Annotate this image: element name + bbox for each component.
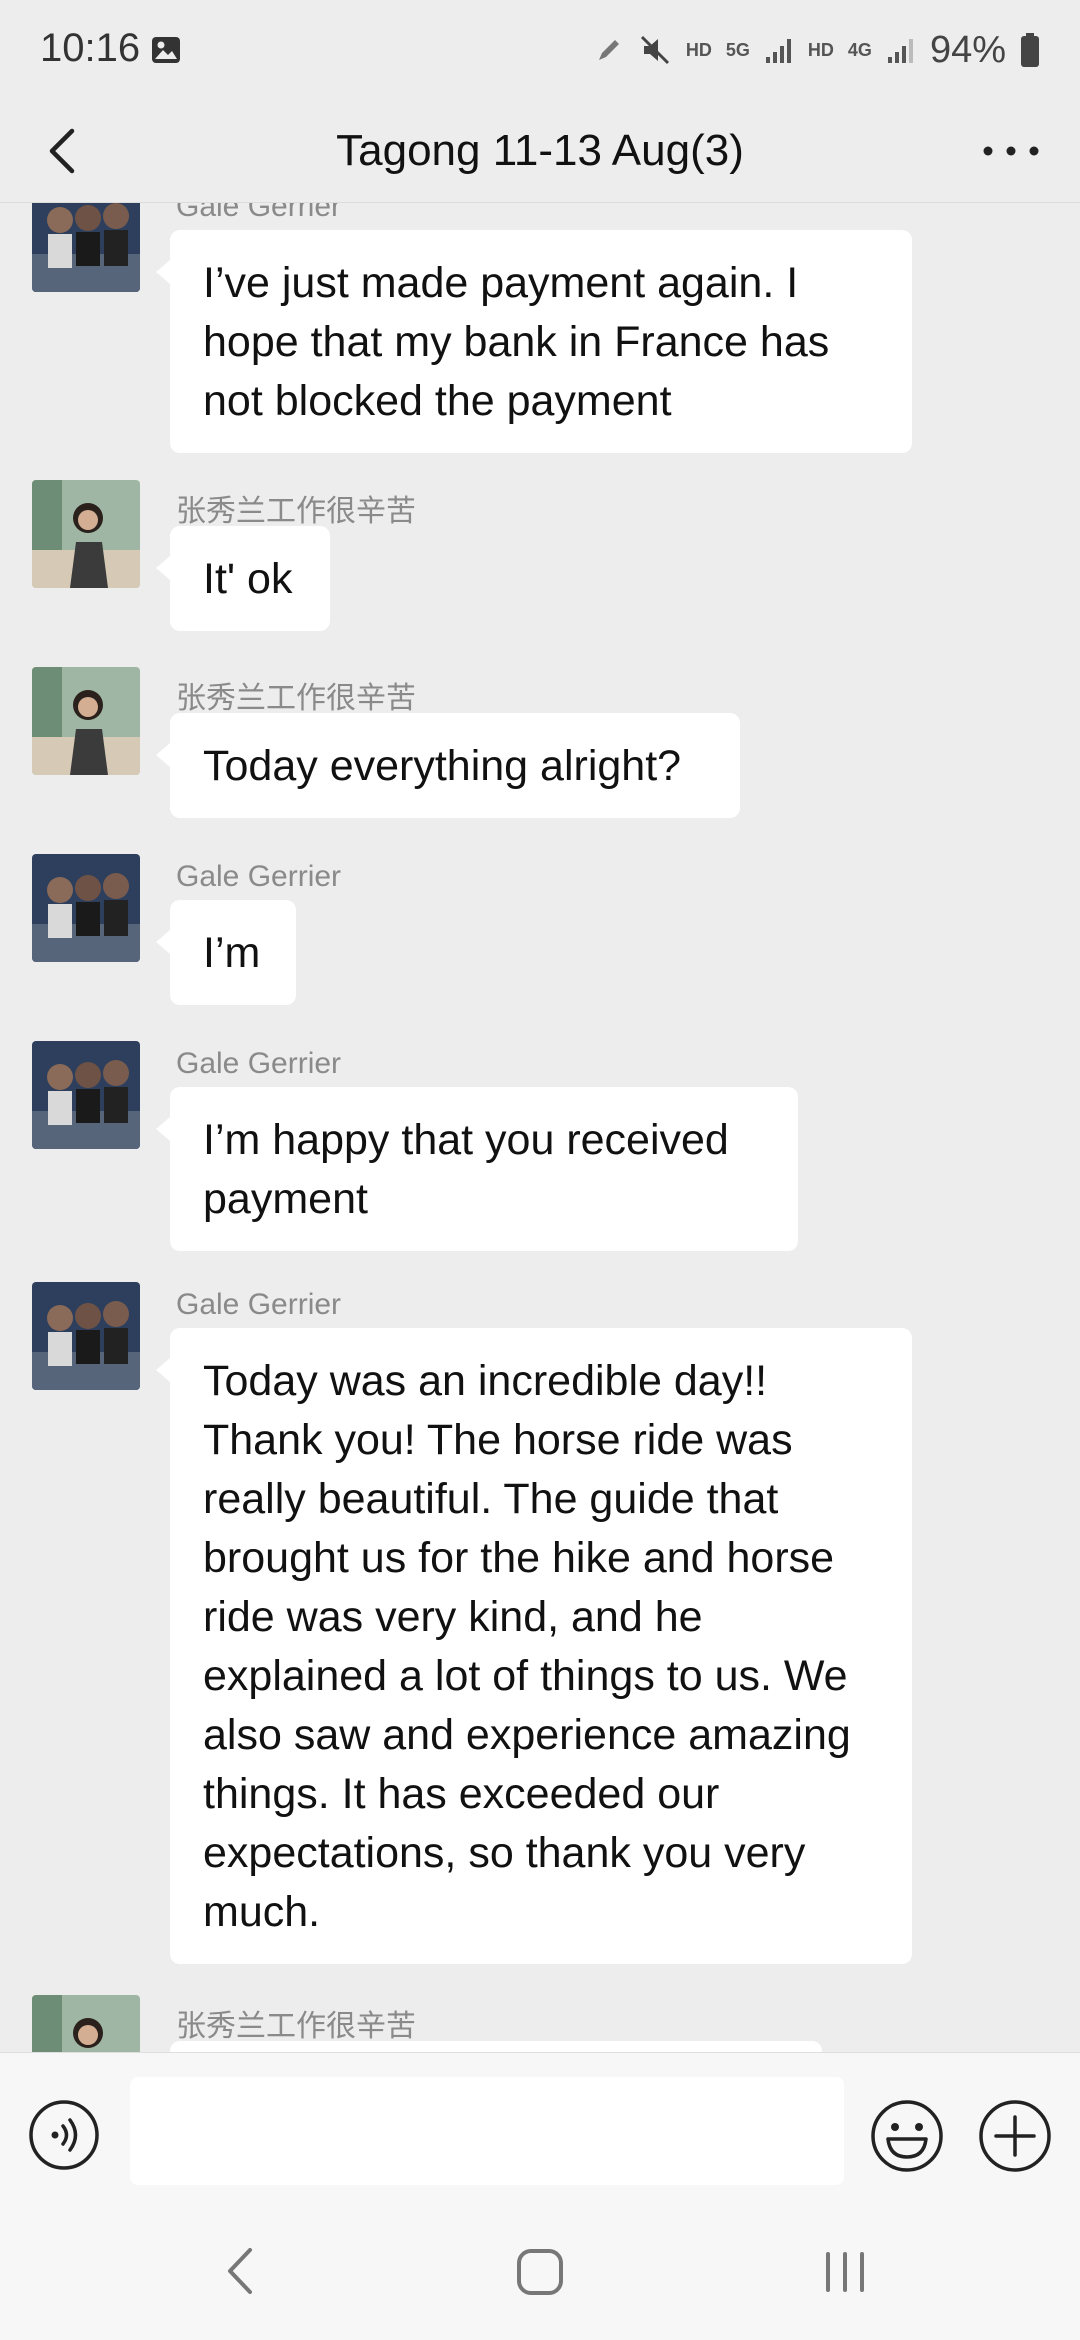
sender-name: 张秀兰工作很辛苦 [176,495,416,528]
woman-photo-avatar [32,667,140,775]
message-bubble[interactable]: Today was an incredible day!! Thank you!… [156,1328,912,1964]
group-photo-avatar [32,854,140,962]
message-bubble[interactable] [170,2041,822,2052]
battery-icon [1021,33,1039,67]
group-photo-avatar [32,202,140,292]
avatar[interactable] [32,202,140,292]
network-label-1: 5G [725,40,750,60]
sender-name: Gale Gerrier [176,202,342,223]
woman-photo-avatar [32,1995,140,2052]
voice-icon[interactable] [28,2099,100,2171]
mute-icon [640,35,669,65]
avatar[interactable] [32,1995,140,2052]
status-bar: 10:16 HD 5G HD 4G 94% [0,0,1080,100]
hd-label-2: HD [807,40,834,60]
message-bubble[interactable]: I’m [156,900,296,1005]
sender-name: Gale Gerrier [176,1288,342,1321]
signal-icon-2 [887,39,913,63]
avatar[interactable] [32,480,140,588]
emoji-icon[interactable] [870,2099,944,2173]
message-input[interactable] [130,2077,844,2185]
nav-home-icon[interactable] [514,2246,566,2298]
message-list[interactable]: Gale Gerrier I’ve just made payment agai… [0,202,1080,2052]
sender-name: 张秀兰工作很辛苦 [176,682,416,715]
avatar[interactable] [32,1041,140,1149]
message-bubble[interactable]: Today everything alright? [156,713,740,818]
signal-icon-1 [765,39,791,63]
pen-icon [598,40,619,60]
nav-back-icon[interactable] [218,2244,266,2298]
avatar[interactable] [32,854,140,962]
sender-name: 张秀兰工作很辛苦 [176,2010,416,2043]
status-time: 10:16 [40,26,141,70]
input-bar [0,2052,1080,2203]
sender-name: Gale Gerrier [176,860,342,893]
group-photo-avatar [32,1282,140,1390]
system-nav-bar [0,2202,1080,2340]
nav-recents-icon[interactable] [820,2246,870,2298]
message-bubble[interactable]: I’m happy that you received payment [156,1087,798,1251]
network-label-2: 4G [847,40,872,60]
avatar[interactable] [32,667,140,775]
message-bubble[interactable]: It' ok [156,526,330,631]
plus-icon[interactable] [978,2099,1052,2173]
more-dots-icon[interactable] [976,118,1046,184]
group-photo-avatar [32,1041,140,1149]
chat-title: Tagong 11-13 Aug(3) [336,126,744,175]
message-bubble[interactable]: I’ve just made payment again. I hope tha… [156,230,912,453]
status-right-group: HD 5G HD 4G 94% [594,26,1040,74]
battery-percent: 94% [929,28,1006,71]
chat-header: Tagong 11-13 Aug(3) [0,100,1080,203]
hd-label-1: HD [685,40,712,60]
gallery-icon [152,37,180,63]
woman-photo-avatar [32,480,140,588]
avatar[interactable] [32,1282,140,1390]
sender-name: Gale Gerrier [176,1047,342,1080]
